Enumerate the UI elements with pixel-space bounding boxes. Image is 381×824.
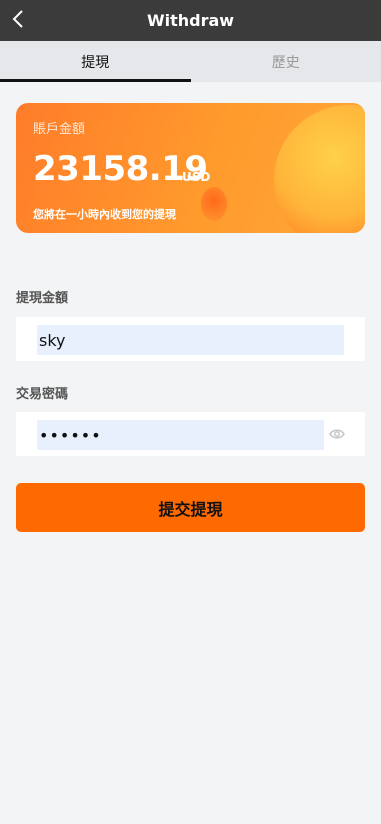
- tab-bar: 提現 歷史: [0, 41, 381, 82]
- password-input[interactable]: [37, 420, 324, 450]
- back-button[interactable]: [6, 4, 30, 34]
- tab-history[interactable]: 歷史: [191, 41, 381, 82]
- amount-field-label: 提現金額: [16, 291, 69, 306]
- balance-label: 賬戶金額: [33, 122, 86, 137]
- top-bar: Withdraw: [0, 0, 381, 41]
- decorative-orb-small: [201, 187, 227, 221]
- decorative-orb: [274, 105, 365, 233]
- tab-withdraw[interactable]: 提現: [0, 41, 191, 82]
- password-field-container: [16, 412, 365, 456]
- page-title: Withdraw: [146, 11, 235, 30]
- balance-currency: USD: [182, 170, 211, 184]
- balance-note: 您將在一小時內收到您的提現: [33, 208, 176, 221]
- amount-field-container: [16, 317, 365, 361]
- submit-withdraw-button[interactable]: 提交提現: [16, 483, 365, 532]
- eye-icon[interactable]: [329, 427, 345, 441]
- password-field-label: 交易密碼: [16, 387, 69, 402]
- balance-card: 賬戶金額 23158.19 USD 您將在一小時內收到您的提現: [16, 103, 365, 233]
- chevron-left-icon: [12, 10, 23, 28]
- amount-input[interactable]: [37, 325, 344, 355]
